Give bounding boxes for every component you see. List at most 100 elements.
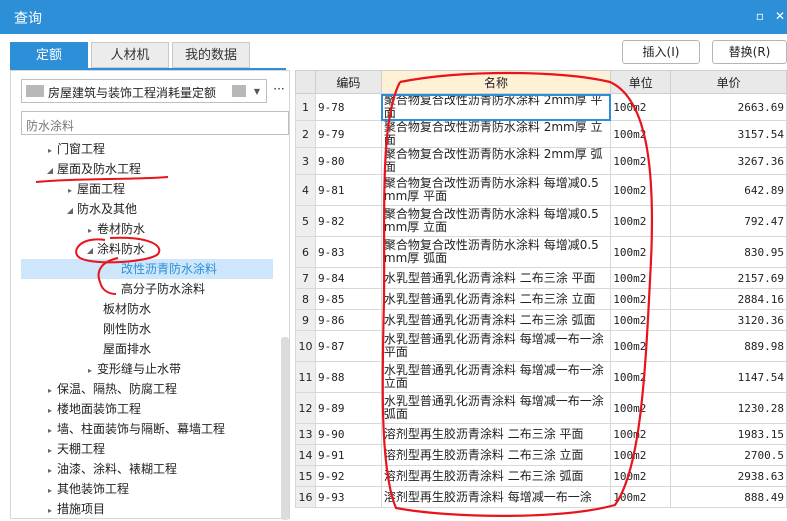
table-row[interactable]: 16 9-93 溶剂型再生胶沥青涂料 每增减一布一涂 100m2 888.49 — [295, 486, 787, 508]
expand-icon[interactable]: ▸ — [43, 461, 57, 481]
collapse-icon[interactable]: ◢ — [43, 161, 57, 181]
cell-unit[interactable]: 100m2 — [610, 423, 672, 445]
expand-icon[interactable]: ▸ — [83, 221, 97, 241]
cell-code[interactable]: 9-84 — [314, 267, 382, 289]
cell-price[interactable]: 792.47 — [670, 205, 787, 237]
cell-code[interactable]: 9-78 — [314, 93, 382, 121]
cell-code[interactable]: 9-80 — [314, 147, 382, 175]
collapse-icon[interactable]: ◢ — [83, 241, 97, 261]
library-select[interactable]: 房屋建筑与装饰工程消耗量定额 ▼ — [21, 79, 267, 103]
cell-code[interactable]: 9-82 — [314, 205, 382, 237]
cell-unit[interactable]: 100m2 — [610, 174, 672, 206]
tree-item[interactable]: ▸ 屋面工程 — [63, 179, 125, 199]
more-button[interactable]: ··· — [269, 79, 289, 103]
cell-name[interactable]: 聚合物复合改性沥青防水涂料 2mm厚 立面 — [380, 120, 612, 148]
tab-my-data[interactable]: 我的数据 — [172, 42, 250, 68]
cell-name[interactable]: 水乳型普通乳化沥青涂料 二布三涂 立面 — [380, 288, 612, 310]
cell-name[interactable]: 溶剂型再生胶沥青涂料 二布三涂 弧面 — [380, 465, 612, 487]
expand-icon[interactable]: ▸ — [43, 381, 57, 401]
cell-name[interactable]: 聚合物复合改性沥青防水涂料 每增减0.5mm厚 立面 — [380, 205, 612, 237]
cell-code[interactable]: 9-89 — [314, 392, 382, 424]
tree-item[interactable]: ◢ 屋面及防水工程 — [43, 159, 141, 179]
tab-materials[interactable]: 人材机 — [91, 42, 169, 68]
table-row[interactable]: 10 9-87 水乳型普通乳化沥青涂料 每增减一布一涂 平面 100m2 889.98 — [295, 330, 787, 362]
table-row[interactable]: 7 9-84 水乳型普通乳化沥青涂料 二布三涂 平面 100m2 2157.69 — [295, 267, 787, 289]
cell-price[interactable]: 830.95 — [670, 236, 787, 268]
cell-price[interactable]: 2700.5 — [670, 444, 787, 466]
cell-unit[interactable]: 100m2 — [610, 330, 672, 362]
tree-item[interactable]: ◢ 涂料防水 — [83, 239, 145, 259]
tree-item[interactable]: 高分子防水涂料 — [121, 279, 205, 299]
cell-price[interactable]: 888.49 — [670, 486, 787, 508]
tree-scrollbar[interactable] — [281, 337, 289, 520]
table-row[interactable]: 13 9-90 溶剂型再生胶沥青涂料 二布三涂 平面 100m2 1983.15 — [295, 423, 787, 445]
cell-price[interactable]: 2157.69 — [670, 267, 787, 289]
cell-code[interactable]: 9-88 — [314, 361, 382, 393]
expand-icon[interactable]: ▸ — [43, 141, 57, 161]
expand-icon[interactable]: ▸ — [43, 441, 57, 461]
table-row[interactable]: 6 9-83 聚合物复合改性沥青防水涂料 每增减0.5mm厚 弧面 100m2 830.… — [295, 236, 787, 268]
expand-icon[interactable]: ▸ — [43, 481, 57, 501]
cell-price[interactable]: 2938.63 — [670, 465, 787, 487]
cell-name[interactable]: 水乳型普通乳化沥青涂料 每增减一布一涂 平面 — [380, 330, 612, 362]
tree-item-selected[interactable]: 改性沥青防水涂料 — [21, 259, 273, 279]
insert-button[interactable]: 插入(I) — [622, 40, 700, 64]
cell-price[interactable]: 889.98 — [670, 330, 787, 362]
cell-price[interactable]: 3267.36 — [670, 147, 787, 175]
tree-item[interactable]: ▸ 其他装饰工程 — [43, 479, 129, 499]
cell-unit[interactable]: 100m2 — [610, 465, 672, 487]
cell-code[interactable]: 9-93 — [314, 486, 382, 508]
table-row[interactable]: 1 9-78 聚合物复合改性沥青防水涂料 2mm厚 平面 100m2 2663.69 — [295, 93, 787, 121]
column-header-unit[interactable]: 单位 — [610, 70, 672, 94]
cell-name[interactable]: 聚合物复合改性沥青防水涂料 2mm厚 弧面 — [380, 147, 612, 175]
cell-code[interactable]: 9-85 — [314, 288, 382, 310]
close-icon[interactable]: ✕ — [772, 8, 787, 24]
tree-item[interactable]: ▸ 卷材防水 — [83, 219, 145, 239]
cell-name[interactable]: 溶剂型再生胶沥青涂料 二布三涂 立面 — [380, 444, 612, 466]
cell-name[interactable]: 聚合物复合改性沥青防水涂料 每增减0.5mm厚 弧面 — [380, 236, 612, 268]
cell-unit[interactable]: 100m2 — [610, 444, 672, 466]
cell-unit[interactable]: 100m2 — [610, 309, 672, 331]
cell-unit[interactable]: 100m2 — [610, 93, 672, 121]
cell-unit[interactable]: 100m2 — [610, 205, 672, 237]
table-row[interactable]: 11 9-88 水乳型普通乳化沥青涂料 每增减一布一涂 立面 100m2 1147.54 — [295, 361, 787, 393]
cell-name[interactable]: 水乳型普通乳化沥青涂料 二布三涂 平面 — [380, 267, 612, 289]
cell-unit[interactable]: 100m2 — [610, 267, 672, 289]
cell-code[interactable]: 9-81 — [314, 174, 382, 206]
table-row[interactable]: 2 9-79 聚合物复合改性沥青防水涂料 2mm厚 立面 100m2 3157.54 — [295, 120, 787, 148]
cell-name[interactable]: 溶剂型再生胶沥青涂料 二布三涂 平面 — [380, 423, 612, 445]
tree-item[interactable]: ▸ 天棚工程 — [43, 439, 105, 459]
cell-price[interactable]: 1230.28 — [670, 392, 787, 424]
table-row[interactable]: 14 9-91 溶剂型再生胶沥青涂料 二布三涂 立面 100m2 2700.5 — [295, 444, 787, 466]
cell-unit[interactable]: 100m2 — [610, 120, 672, 148]
cell-price[interactable]: 2663.69 — [670, 93, 787, 121]
cell-code[interactable]: 9-92 — [314, 465, 382, 487]
cell-unit[interactable]: 100m2 — [610, 486, 672, 508]
cell-name[interactable]: 溶剂型再生胶沥青涂料 每增减一布一涂 — [380, 486, 612, 508]
restore-icon[interactable]: ▫ — [752, 8, 768, 24]
tree-item[interactable]: ▸ 楼地面装饰工程 — [43, 399, 141, 419]
cell-code[interactable]: 9-87 — [314, 330, 382, 362]
cell-price[interactable]: 642.89 — [670, 174, 787, 206]
cell-name[interactable]: 水乳型普通乳化沥青涂料 每增减一布一涂 立面 — [380, 361, 612, 393]
cell-name[interactable]: 聚合物复合改性沥青防水涂料 每增减0.5mm厚 平面 — [380, 174, 612, 206]
cell-unit[interactable]: 100m2 — [610, 288, 672, 310]
cell-price[interactable]: 3157.54 — [670, 120, 787, 148]
tree-item[interactable]: ▸ 油漆、涂料、裱糊工程 — [43, 459, 177, 479]
cell-price[interactable]: 3120.36 — [670, 309, 787, 331]
expand-icon[interactable]: ▸ — [43, 401, 57, 421]
table-row[interactable]: 9 9-86 水乳型普通乳化沥青涂料 二布三涂 弧面 100m2 3120.36 — [295, 309, 787, 331]
search-input[interactable]: 防水涂料 — [21, 111, 289, 135]
tab-quota[interactable]: 定额 — [10, 42, 88, 68]
expand-icon[interactable]: ▸ — [43, 501, 57, 521]
cell-price[interactable]: 2884.16 — [670, 288, 787, 310]
table-row[interactable]: 3 9-80 聚合物复合改性沥青防水涂料 2mm厚 弧面 100m2 3267.36 — [295, 147, 787, 175]
tree-item[interactable]: 刚性防水 — [103, 319, 151, 339]
expand-icon[interactable]: ▸ — [83, 361, 97, 381]
table-row[interactable]: 12 9-89 水乳型普通乳化沥青涂料 每增减一布一涂 弧面 100m2 1230.28 — [295, 392, 787, 424]
cell-price[interactable]: 1147.54 — [670, 361, 787, 393]
tree-item[interactable]: ▸ 变形缝与止水带 — [83, 359, 181, 379]
column-header-name[interactable]: 名称 — [380, 70, 612, 94]
cell-code[interactable]: 9-86 — [314, 309, 382, 331]
table-row[interactable]: 5 9-82 聚合物复合改性沥青防水涂料 每增减0.5mm厚 立面 100m2 792.… — [295, 205, 787, 237]
